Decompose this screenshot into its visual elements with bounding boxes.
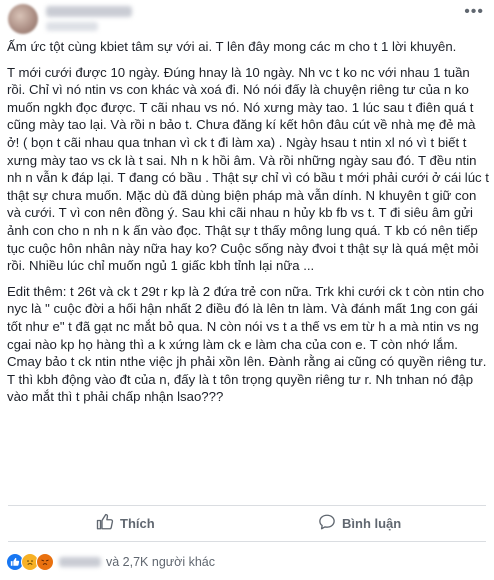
comment-button[interactable]: Bình luận: [318, 512, 401, 534]
divider: [8, 541, 486, 542]
comment-label: Bình luận: [342, 515, 402, 531]
like-button[interactable]: Thích: [96, 512, 155, 534]
reactor-name-redacted: [59, 557, 101, 567]
author-name-redacted[interactable]: [46, 6, 132, 17]
comment-bubble-icon: [318, 513, 336, 534]
post-paragraph: Ấm ức tột cùng kbiet tâm sự với ai. T lê…: [7, 39, 457, 54]
like-label: Thích: [120, 515, 155, 531]
post-actions: Thích Bình luận: [0, 506, 494, 540]
post-paragraph: Edit thêm: t 26t và ck t 29t r kp là 2 đ…: [7, 283, 487, 405]
reaction-summary[interactable]: và 2,7K người khác: [6, 553, 215, 571]
post-header: •••: [0, 0, 494, 40]
angry-reaction-icon: [36, 553, 54, 571]
post-paragraph: T mới cưới được 10 ngày. Đúng hnay là 10…: [7, 64, 489, 274]
thumbs-up-icon: [96, 513, 114, 534]
reaction-count-text: và 2,7K người khác: [106, 555, 215, 569]
post-body: Ấm ức tột cùng kbiet tâm sự với ai. T lê…: [7, 38, 489, 414]
post-time-redacted[interactable]: [46, 22, 98, 31]
more-dots-icon[interactable]: •••: [464, 4, 484, 20]
author-avatar[interactable]: [8, 4, 38, 34]
